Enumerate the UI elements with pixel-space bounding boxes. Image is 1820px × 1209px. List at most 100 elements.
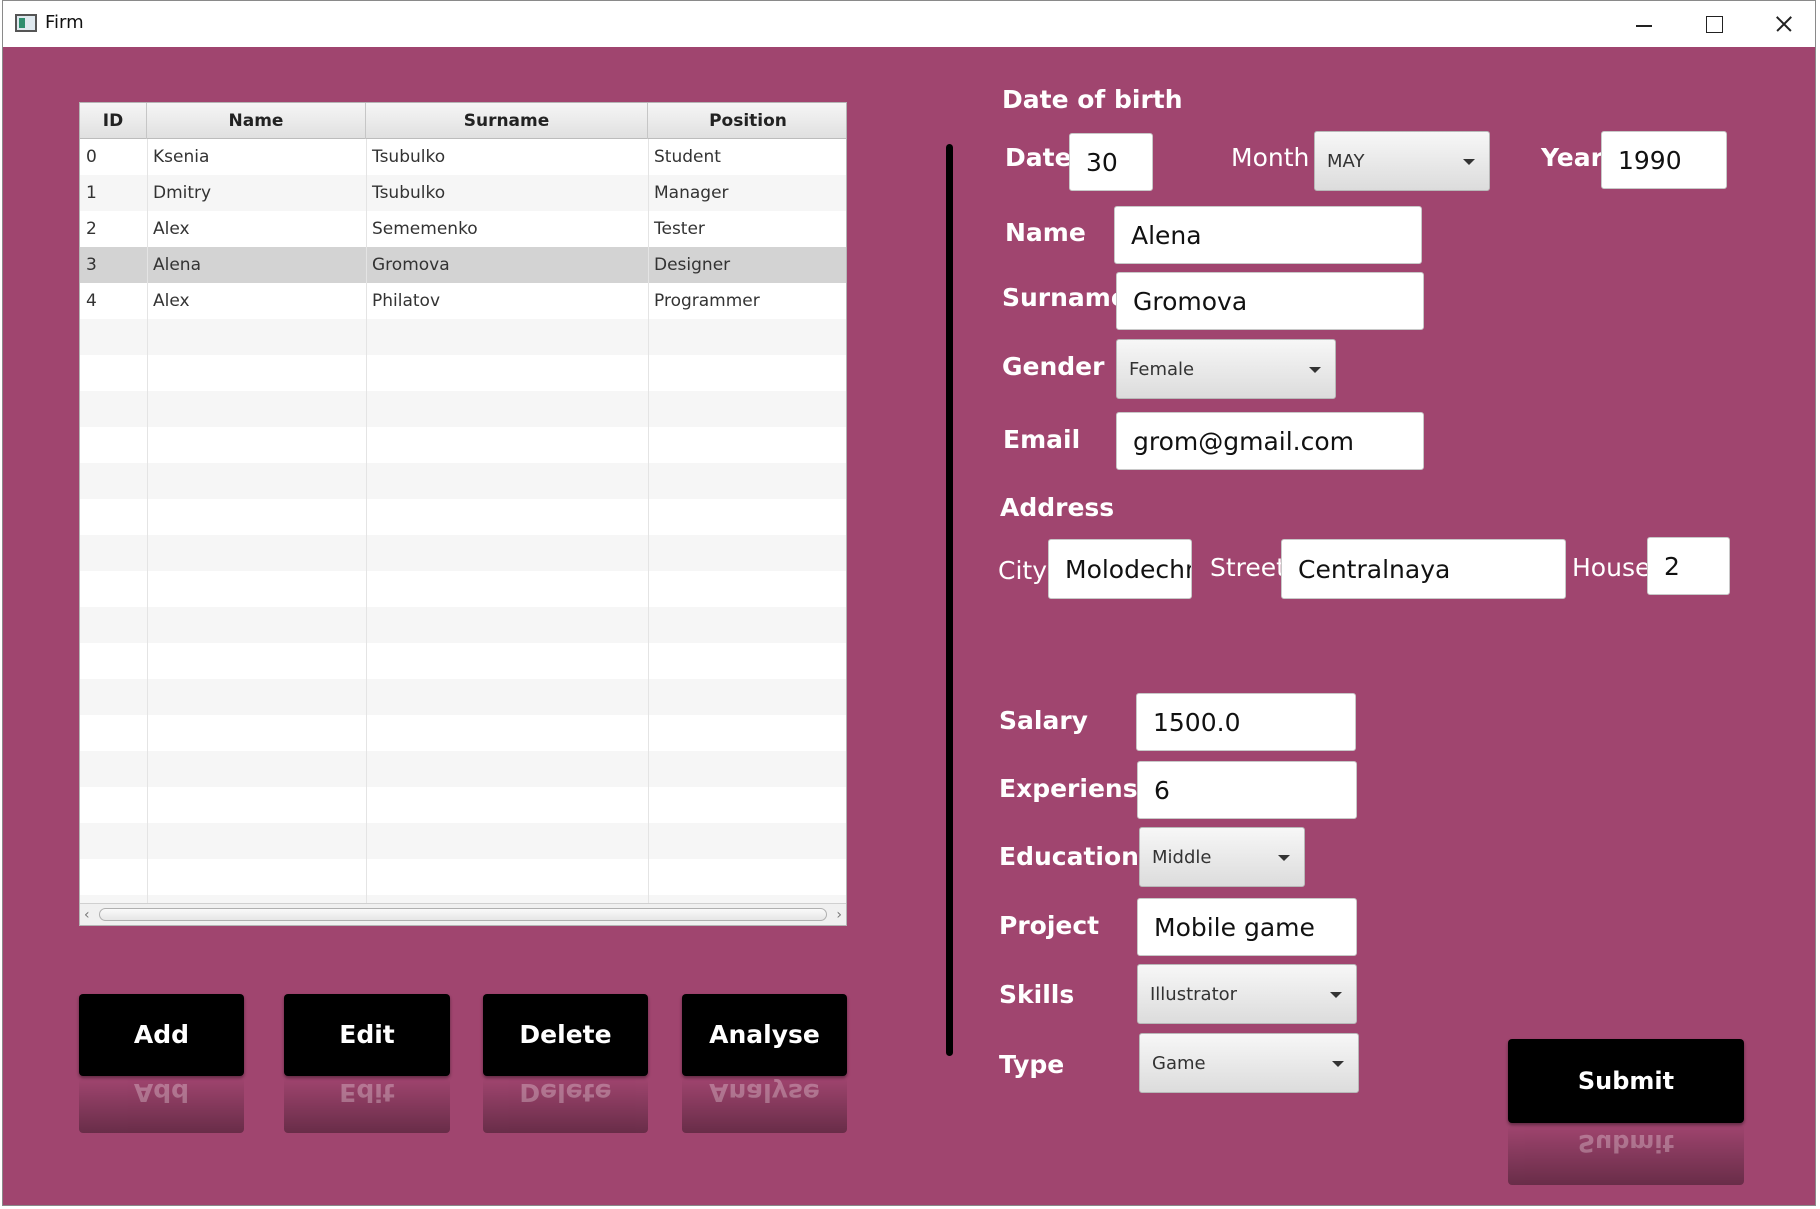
- month-select[interactable]: MAY: [1314, 131, 1490, 191]
- column-divider: [366, 139, 367, 905]
- cell-name: Alex: [153, 291, 190, 311]
- month-label: Month: [1231, 143, 1310, 172]
- table-row[interactable]: 3 Alena Gromova Designer: [80, 247, 846, 283]
- analyse-button-reflection: Analyse: [682, 1078, 847, 1133]
- cell-position: Designer: [654, 255, 731, 275]
- cell-surname: Gromova: [372, 255, 450, 275]
- surname-input[interactable]: Gromova: [1116, 272, 1424, 330]
- gender-label: Gender: [1002, 352, 1105, 381]
- table-row[interactable]: 2 Alex Sememenko Tester: [80, 211, 846, 247]
- delete-button-reflection: Delete: [483, 1078, 648, 1133]
- cell-id: 1: [86, 183, 97, 203]
- experience-label: Experiense: [999, 774, 1155, 803]
- empty-table-row[interactable]: [80, 427, 846, 463]
- column-header-name[interactable]: Name: [147, 103, 366, 139]
- street-input[interactable]: Centralnaya: [1281, 539, 1566, 599]
- date-input[interactable]: 30: [1069, 133, 1153, 191]
- city-input[interactable]: Molodechno: [1048, 539, 1192, 599]
- empty-table-row[interactable]: [80, 391, 846, 427]
- table-row[interactable]: 0 Ksenia Tsubulko Student: [80, 139, 846, 175]
- submit-button[interactable]: Submit: [1508, 1039, 1744, 1123]
- column-divider: [648, 139, 649, 905]
- education-label: Education: [999, 842, 1139, 871]
- cell-position: Programmer: [654, 291, 760, 311]
- month-selected-value: MAY: [1327, 151, 1365, 172]
- cell-name: Alena: [153, 255, 202, 275]
- skills-selected-value: Illustrator: [1150, 984, 1238, 1005]
- education-select[interactable]: Middle: [1139, 827, 1305, 887]
- empty-table-row[interactable]: [80, 787, 846, 823]
- scroll-right-icon[interactable]: ›: [836, 907, 842, 923]
- close-icon[interactable]: [1748, 1, 1815, 47]
- name-input[interactable]: Alena: [1114, 206, 1422, 264]
- empty-table-row[interactable]: [80, 715, 846, 751]
- cell-position: Student: [654, 147, 721, 167]
- empty-table-row[interactable]: [80, 463, 846, 499]
- year-input[interactable]: 1990: [1601, 131, 1727, 189]
- cell-id: 2: [86, 219, 97, 239]
- education-selected-value: Middle: [1152, 847, 1212, 868]
- empty-table-row[interactable]: [80, 355, 846, 391]
- cell-surname: Sememenko: [372, 219, 478, 239]
- empty-table-row[interactable]: [80, 751, 846, 787]
- house-input[interactable]: 2: [1647, 537, 1730, 595]
- name-label: Name: [1005, 218, 1086, 247]
- gender-select[interactable]: Female: [1116, 339, 1336, 399]
- empty-table-row[interactable]: [80, 535, 846, 571]
- minimize-icon[interactable]: [1608, 1, 1678, 47]
- cell-id: 4: [86, 291, 97, 311]
- empty-table-row[interactable]: [80, 679, 846, 715]
- empty-table-row[interactable]: [80, 499, 846, 535]
- table-header: ID Name Surname Position: [80, 103, 846, 139]
- scrollbar-thumb[interactable]: [99, 908, 827, 921]
- chevron-down-icon: [1309, 367, 1321, 373]
- cell-position: Tester: [654, 219, 705, 239]
- type-label: Type: [999, 1050, 1065, 1079]
- cell-surname: Philatov: [372, 291, 441, 311]
- empty-table-row[interactable]: [80, 571, 846, 607]
- empty-table-row[interactable]: [80, 859, 846, 895]
- table-row[interactable]: 1 Dmitry Tsubulko Manager: [80, 175, 846, 211]
- email-input[interactable]: grom@gmail.com: [1116, 412, 1424, 470]
- salary-label: Salary: [999, 706, 1088, 735]
- column-header-id[interactable]: ID: [80, 103, 147, 139]
- edit-button[interactable]: Edit: [284, 994, 450, 1076]
- employee-table[interactable]: ID Name Surname Position 0 Ksenia Tsubulko…: [79, 102, 847, 926]
- empty-table-row[interactable]: [80, 643, 846, 679]
- experience-input[interactable]: 6: [1137, 761, 1357, 819]
- chevron-down-icon: [1332, 1061, 1344, 1067]
- chevron-down-icon: [1330, 992, 1342, 998]
- empty-table-row[interactable]: [80, 823, 846, 859]
- vertical-divider: [946, 144, 953, 1056]
- empty-table-row[interactable]: [80, 607, 846, 643]
- firm-window: Firm ID Name Surname Position 0 Ksenia Tsu…: [2, 0, 1816, 1206]
- cell-id: 0: [86, 147, 97, 167]
- salary-input[interactable]: 1500.0: [1136, 693, 1356, 751]
- empty-table-row[interactable]: [80, 319, 846, 355]
- submit-button-reflection: Submit: [1508, 1125, 1744, 1185]
- delete-button[interactable]: Delete: [483, 994, 648, 1076]
- maximize-icon[interactable]: [1678, 1, 1748, 47]
- horizontal-scrollbar[interactable]: ‹ ›: [80, 903, 846, 925]
- cell-position: Manager: [654, 183, 729, 203]
- street-label: Street: [1210, 553, 1286, 582]
- column-header-surname[interactable]: Surname: [366, 103, 648, 139]
- analyse-button[interactable]: Analyse: [682, 994, 847, 1076]
- window-title: Firm: [45, 12, 84, 33]
- skills-select[interactable]: Illustrator: [1137, 964, 1357, 1024]
- city-label: City: [998, 556, 1047, 585]
- add-button[interactable]: Add: [79, 994, 244, 1076]
- chevron-down-icon: [1463, 159, 1475, 165]
- cell-name: Ksenia: [153, 147, 210, 167]
- date-label: Date: [1005, 143, 1072, 172]
- gender-selected-value: Female: [1129, 359, 1195, 380]
- type-select[interactable]: Game: [1139, 1033, 1359, 1093]
- surname-label: Surname: [1002, 283, 1128, 312]
- project-input[interactable]: Mobile game: [1137, 898, 1357, 956]
- edit-button-reflection: Edit: [284, 1078, 450, 1133]
- column-header-position[interactable]: Position: [648, 103, 846, 139]
- scroll-left-icon[interactable]: ‹: [84, 907, 90, 923]
- table-row[interactable]: 4 Alex Philatov Programmer: [80, 283, 846, 319]
- table-body: 0 Ksenia Tsubulko Student 1 Dmitry Tsubulko Man…: [80, 139, 846, 925]
- chevron-down-icon: [1278, 855, 1290, 861]
